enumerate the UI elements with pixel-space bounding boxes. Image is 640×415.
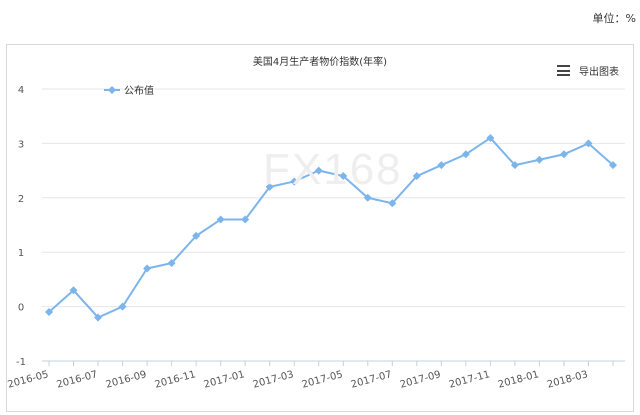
x-tick-label: 2017-11	[448, 369, 491, 390]
x-tick-label: 2016-11	[154, 369, 197, 390]
x-tick-label: 2016-05	[7, 369, 50, 390]
legend-label: 公布值	[124, 86, 154, 97]
chart-plot: -1 0 1 2 3 4 2016-05 2016-07 2016-09 2016-11 2017-…	[7, 85, 625, 391]
x-tick-label: 2016-07	[56, 369, 99, 390]
legend-item[interactable]: 公布值	[104, 82, 154, 97]
x-tick-label: 2017-09	[399, 369, 442, 390]
data-point	[535, 155, 544, 164]
x-tick-label: 2017-05	[301, 369, 344, 390]
y-tick-label: 3	[18, 139, 24, 150]
y-tick-label: 0	[18, 303, 24, 314]
menu-icon	[557, 65, 570, 76]
data-point	[437, 161, 446, 170]
data-point	[559, 150, 568, 159]
y-tick-label: 4	[18, 85, 24, 96]
x-tick-label: 2016-09	[105, 369, 148, 390]
x-tick-label: 2017-07	[350, 369, 393, 390]
y-tick-label: -1	[16, 357, 26, 368]
legend-marker	[104, 85, 120, 94]
export-label: 导出图表	[579, 67, 619, 78]
chart-title: 美国4月生产者物价指数(年率)	[252, 57, 388, 68]
watermark: FX168	[263, 145, 403, 194]
export-chart-button[interactable]: 导出图表	[557, 63, 619, 78]
x-tick-label: 2017-01	[203, 369, 246, 390]
chart-container: -1 0 1 2 3 4 2016-05 2016-07 2016-09 2016-11 2017-…	[6, 44, 634, 412]
x-tick-label: 2018-01	[497, 369, 540, 390]
unit-label: 单位：%	[592, 12, 636, 25]
y-tick-label: 1	[18, 248, 24, 259]
x-tick-label: 2017-03	[252, 369, 295, 390]
y-tick-label: 2	[18, 194, 24, 205]
x-tick-label: 2018-03	[546, 369, 589, 390]
